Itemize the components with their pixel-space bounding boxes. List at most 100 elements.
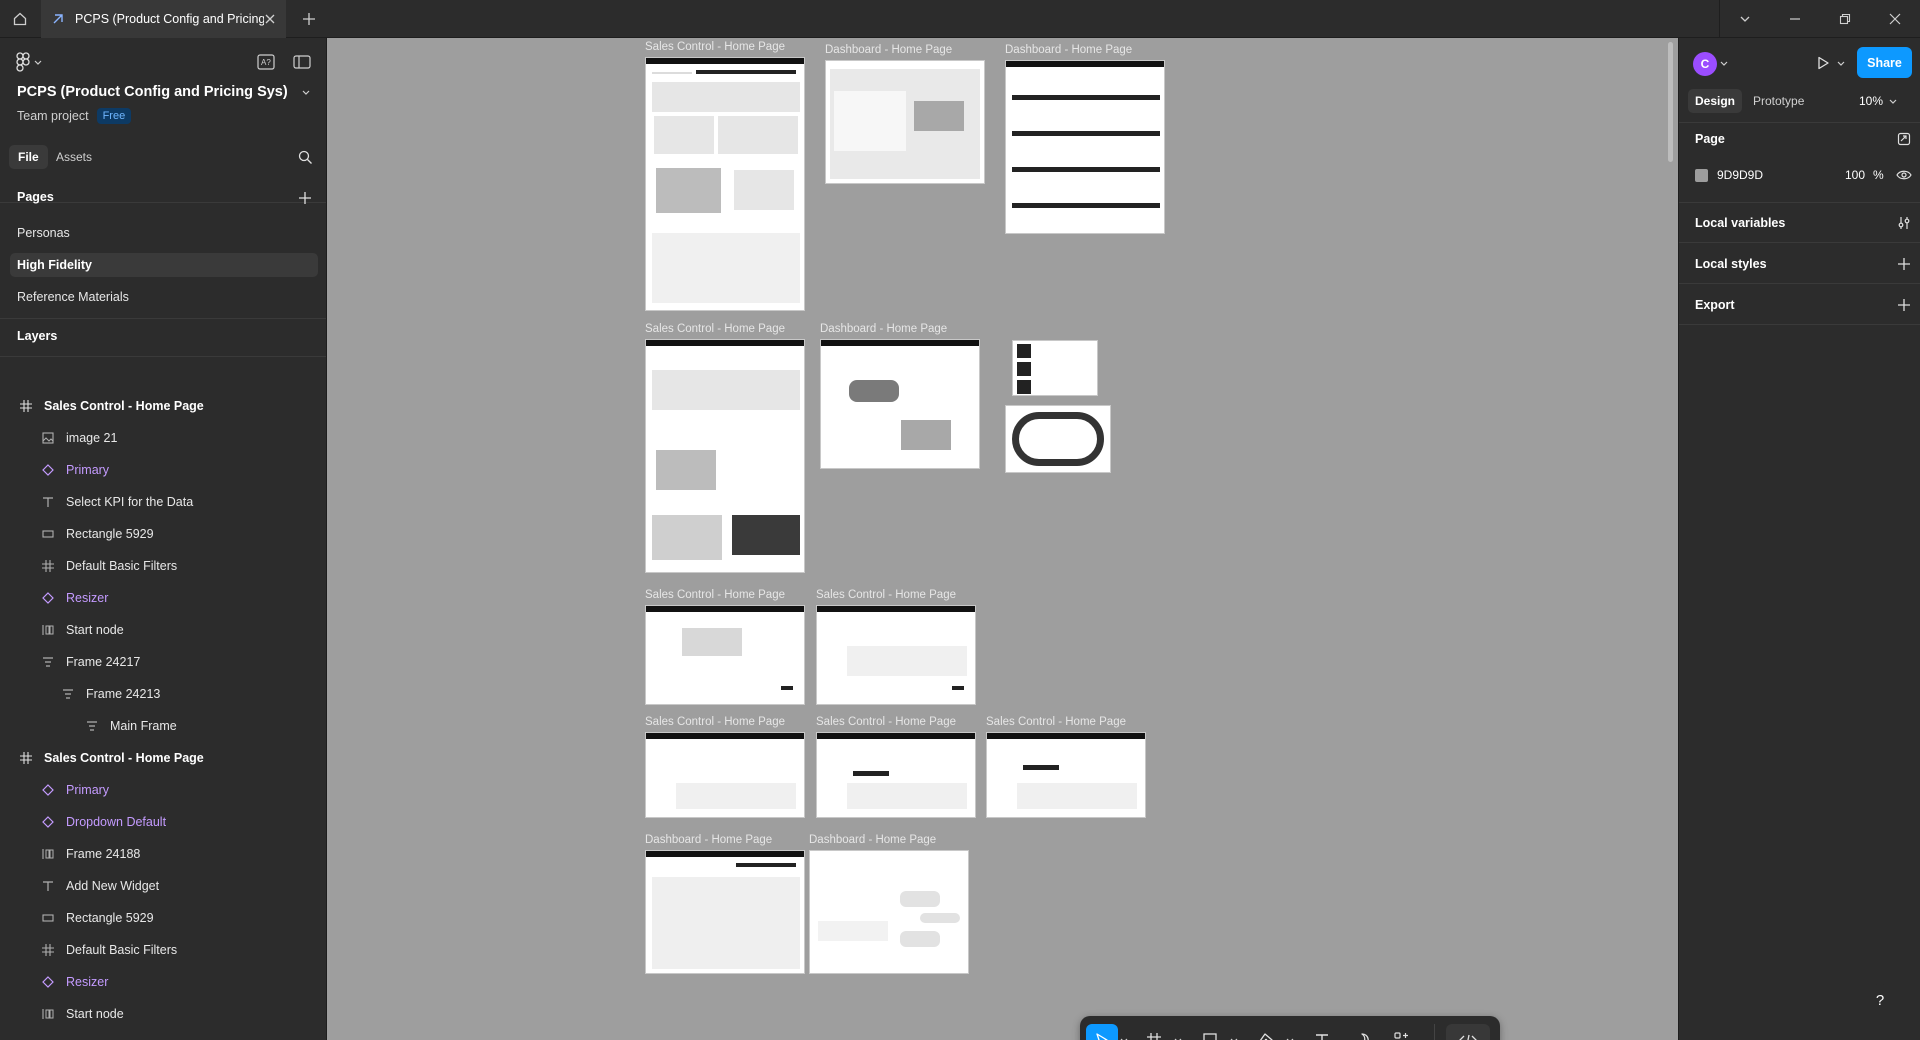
frame-thumbnail[interactable] bbox=[1005, 60, 1165, 234]
close-tab-icon[interactable] bbox=[264, 13, 276, 25]
layer-item[interactable]: Primary bbox=[0, 774, 326, 806]
frame-thumbnail[interactable] bbox=[820, 339, 980, 469]
layer-item[interactable]: Resizer bbox=[0, 966, 326, 998]
layer-item[interactable]: Frame 24213 bbox=[0, 678, 326, 710]
frame-thumbnail[interactable] bbox=[1012, 340, 1098, 396]
page-item-personas[interactable]: Personas bbox=[10, 221, 318, 245]
canvas[interactable]: Sales Control - Home Page Dashboard - Ho… bbox=[328, 38, 1678, 1040]
layer-item[interactable]: Dropdown Default bbox=[0, 806, 326, 838]
frame-label[interactable]: Dashboard - Home Page bbox=[825, 44, 952, 56]
comment-tool[interactable] bbox=[1346, 1024, 1378, 1040]
frame-thumbnail[interactable] bbox=[825, 60, 985, 184]
actions-tool[interactable] bbox=[1386, 1024, 1418, 1040]
tab-file[interactable]: File bbox=[9, 145, 48, 169]
layer-item[interactable]: Default Basic Filters bbox=[0, 550, 326, 582]
frame-label[interactable]: Sales Control - Home Page bbox=[645, 716, 785, 728]
dev-mode-toggle[interactable] bbox=[1446, 1024, 1490, 1040]
vertical-scrollbar[interactable] bbox=[1668, 42, 1673, 162]
layer-item[interactable]: Frame 24217 bbox=[0, 646, 326, 678]
layer-item[interactable]: Sales Control - Home Page bbox=[0, 742, 326, 774]
layer-item[interactable]: Frame 24217 bbox=[0, 1030, 326, 1040]
frame-thumbnail[interactable] bbox=[809, 850, 969, 974]
variables-icon[interactable] bbox=[1895, 214, 1913, 232]
panel-toggle-icon[interactable] bbox=[292, 52, 312, 72]
help-button[interactable]: ? bbox=[1864, 984, 1896, 1016]
avatar[interactable]: C bbox=[1693, 52, 1717, 76]
main-menu-button[interactable] bbox=[16, 52, 42, 72]
ai-icon[interactable]: A? bbox=[256, 52, 276, 72]
opacity-input[interactable]: 100 bbox=[1825, 168, 1865, 182]
tab-assets[interactable]: Assets bbox=[56, 145, 92, 169]
page-item-reference-materials[interactable]: Reference Materials bbox=[10, 285, 318, 309]
frame-thumbnail[interactable] bbox=[645, 57, 805, 311]
frame-thumbnail[interactable] bbox=[816, 732, 976, 818]
frame-label[interactable]: Sales Control - Home Page bbox=[645, 323, 785, 335]
chevron-down-icon[interactable] bbox=[1172, 1024, 1184, 1040]
chevron-down-icon[interactable] bbox=[1720, 0, 1770, 38]
eye-icon[interactable] bbox=[1895, 166, 1913, 184]
layer-item[interactable]: Resizer bbox=[0, 582, 326, 614]
frame-label[interactable]: Dashboard - Home Page bbox=[820, 323, 947, 335]
project-title[interactable]: PCPS (Product Config and Pricing Sys) bbox=[17, 84, 310, 100]
layer-item[interactable]: Select KPI for the Data bbox=[0, 486, 326, 518]
restore-icon[interactable] bbox=[1820, 0, 1870, 38]
chevron-down-icon[interactable] bbox=[1118, 1024, 1130, 1040]
home-icon[interactable] bbox=[0, 0, 40, 38]
file-tab[interactable]: PCPS (Product Config and Pricing Sys) bbox=[41, 0, 286, 38]
layer-item[interactable]: Rectangle 5929 bbox=[0, 902, 326, 934]
close-window-icon[interactable] bbox=[1870, 0, 1920, 38]
frame-label[interactable]: Sales Control - Home Page bbox=[816, 716, 956, 728]
frame-thumbnail[interactable] bbox=[645, 339, 805, 573]
text-tool[interactable] bbox=[1306, 1024, 1338, 1040]
chevron-down-icon[interactable] bbox=[1228, 1024, 1240, 1040]
add-export-icon[interactable] bbox=[1895, 296, 1913, 314]
frame-thumbnail[interactable] bbox=[645, 605, 805, 705]
frame-label[interactable]: Dashboard - Home Page bbox=[1005, 44, 1132, 56]
share-button[interactable]: Share bbox=[1857, 47, 1912, 78]
layer-item[interactable]: Sales Control - Home Page bbox=[0, 390, 326, 422]
frame-thumbnail[interactable] bbox=[645, 850, 805, 974]
layer-item[interactable]: Add New Widget bbox=[0, 870, 326, 902]
tab-design[interactable]: Design bbox=[1688, 89, 1743, 113]
search-icon[interactable] bbox=[296, 148, 314, 166]
frame-label[interactable]: Dashboard - Home Page bbox=[809, 834, 936, 846]
minimize-icon[interactable] bbox=[1770, 0, 1820, 38]
page-settings-icon[interactable] bbox=[1895, 130, 1913, 148]
layer-item[interactable]: Main Frame bbox=[0, 710, 326, 742]
layer-item[interactable]: image 21 bbox=[0, 422, 326, 454]
add-page-icon[interactable] bbox=[296, 189, 314, 207]
layer-item[interactable]: Primary bbox=[0, 454, 326, 486]
frame-thumbnail[interactable] bbox=[816, 605, 976, 705]
frame-thumbnail[interactable] bbox=[986, 732, 1146, 818]
frame-label[interactable]: Dashboard - Home Page bbox=[645, 834, 772, 846]
color-hex-input[interactable]: 9D9D9D bbox=[1717, 168, 1825, 182]
frame-label[interactable]: Sales Control - Home Page bbox=[816, 589, 956, 601]
frame-label[interactable]: Sales Control - Home Page bbox=[645, 589, 785, 601]
frame-label[interactable]: Sales Control - Home Page bbox=[986, 716, 1126, 728]
color-swatch[interactable] bbox=[1695, 168, 1708, 182]
pen-tool[interactable] bbox=[1250, 1024, 1282, 1040]
present-icon[interactable] bbox=[1814, 54, 1832, 72]
frame-label[interactable]: Sales Control - Home Page bbox=[645, 41, 785, 53]
layer-label: Resizer bbox=[66, 591, 109, 605]
zoom-dropdown[interactable]: 10% bbox=[1859, 89, 1897, 113]
add-style-icon[interactable] bbox=[1895, 255, 1913, 273]
frame-tool[interactable] bbox=[1138, 1024, 1170, 1040]
layer-item[interactable]: Start node bbox=[0, 614, 326, 646]
move-tool[interactable] bbox=[1086, 1024, 1118, 1040]
chevron-down-icon[interactable] bbox=[1836, 58, 1846, 68]
local-variables-heading[interactable]: Local variables bbox=[1695, 216, 1785, 230]
frame-thumbnail[interactable] bbox=[1005, 405, 1111, 473]
page-item-high-fidelity[interactable]: High Fidelity bbox=[10, 253, 318, 277]
layer-item[interactable]: Frame 24188 bbox=[0, 838, 326, 870]
frame-thumbnail[interactable] bbox=[645, 732, 805, 818]
chevron-down-icon[interactable] bbox=[1284, 1024, 1296, 1040]
rectangle-tool[interactable] bbox=[1194, 1024, 1226, 1040]
page-background-color[interactable]: 9D9D9D 100 % bbox=[1695, 163, 1885, 187]
layer-item[interactable]: Rectangle 5929 bbox=[0, 518, 326, 550]
layer-item[interactable]: Default Basic Filters bbox=[0, 934, 326, 966]
tab-prototype[interactable]: Prototype bbox=[1746, 89, 1811, 113]
layer-item[interactable]: Start node bbox=[0, 998, 326, 1030]
new-tab-icon[interactable] bbox=[293, 0, 325, 38]
chevron-down-icon[interactable] bbox=[1719, 58, 1729, 68]
